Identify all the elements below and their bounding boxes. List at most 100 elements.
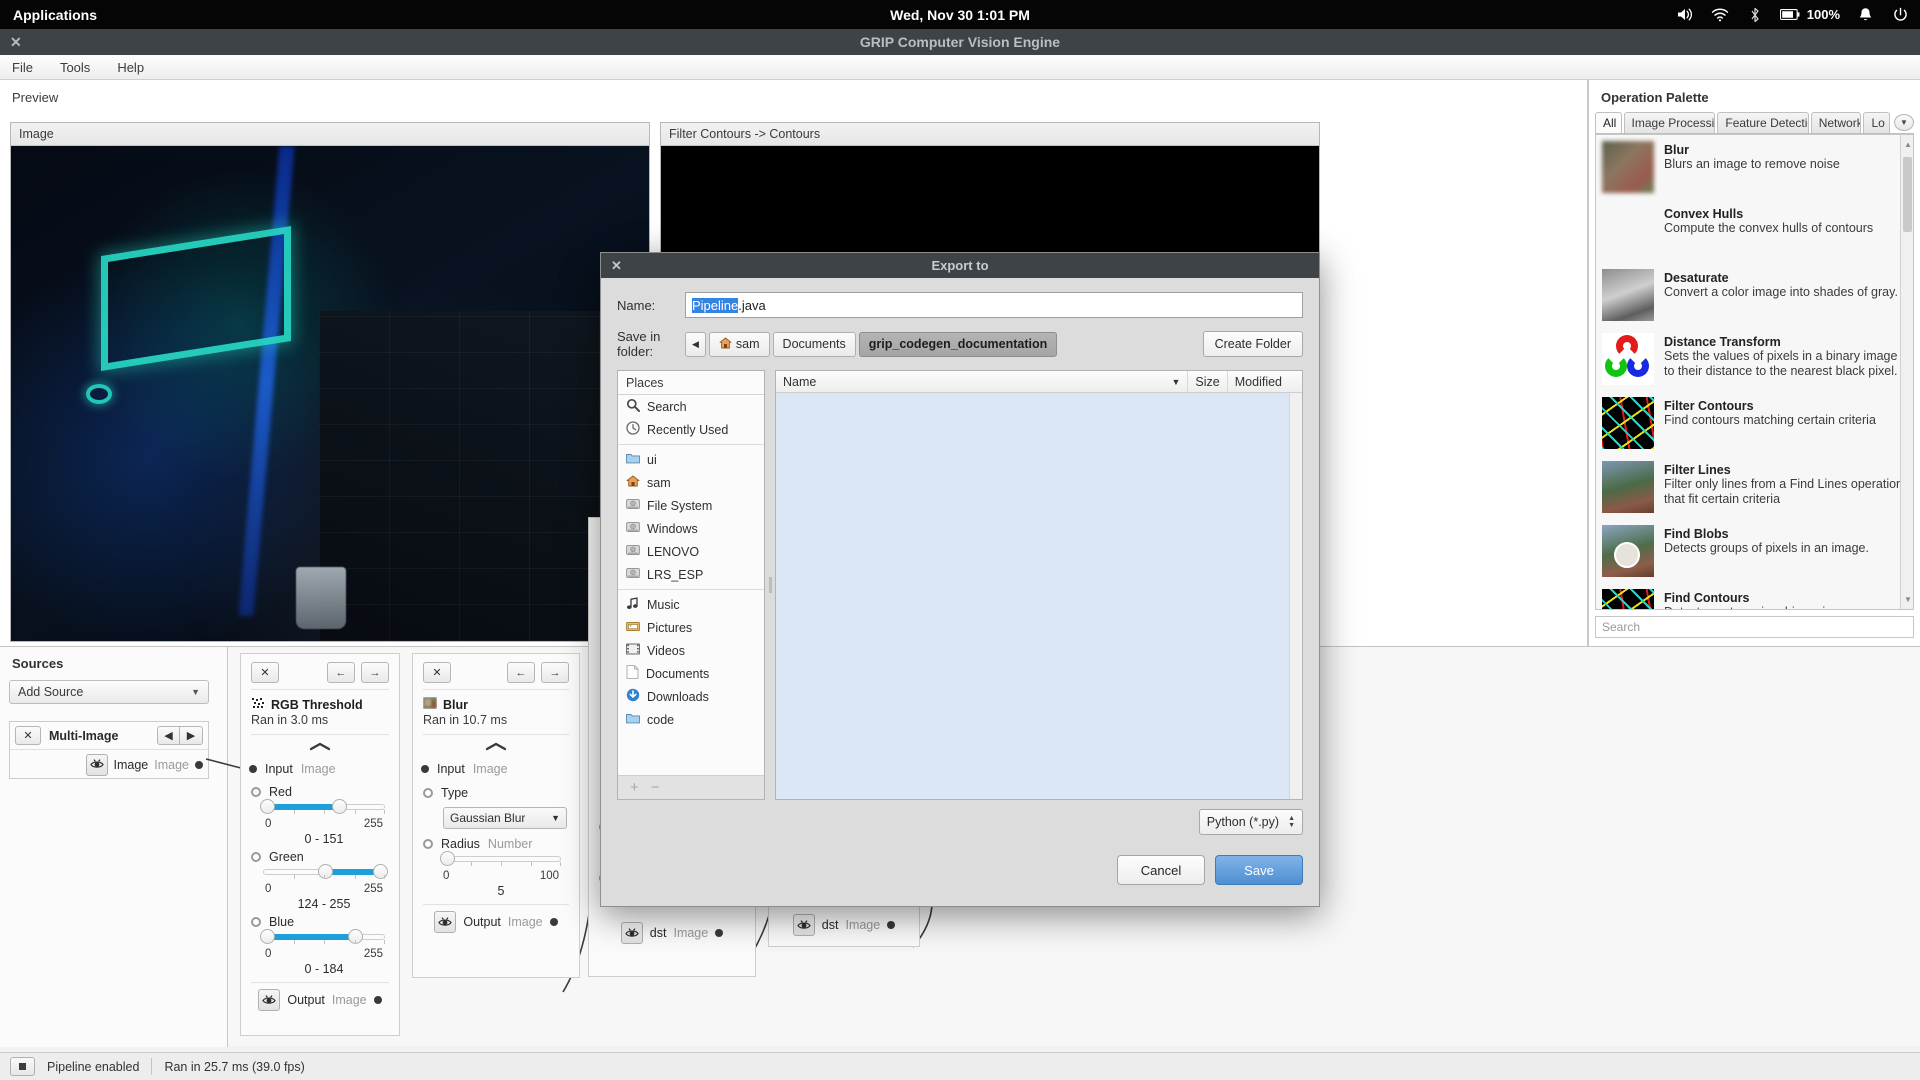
place-sam[interactable]: sam [618, 471, 764, 494]
list-item[interactable]: Distance Transform Sets the values of pi… [1596, 327, 1913, 391]
remove-place-button[interactable]: − [651, 779, 660, 796]
system-clock[interactable]: Wed, Nov 30 1:01 PM [890, 7, 1030, 23]
preview-eye-icon[interactable] [621, 922, 643, 944]
preview-eye-icon[interactable] [258, 989, 280, 1011]
place-windows[interactable]: Windows [618, 517, 764, 540]
preview-image-camera[interactable] [11, 146, 649, 641]
breadcrumb-documents[interactable]: Documents [773, 332, 856, 357]
breadcrumb-current[interactable]: grip_codegen_documentation [859, 332, 1058, 357]
list-item[interactable]: Find Blobs Detects groups of pixels in a… [1596, 519, 1913, 583]
create-folder-button[interactable]: Create Folder [1203, 331, 1303, 357]
node-blur[interactable]: ✕ ← → Blur Ran in 10.7 ms Input [412, 653, 580, 978]
list-item[interactable]: Filter Lines Filter only lines from a Fi… [1596, 455, 1913, 519]
source-output-port-dot[interactable] [195, 761, 203, 769]
preview-eye-icon[interactable] [793, 914, 815, 936]
source-card-multi-image[interactable]: ✕ Multi-Image ◀ ▶ Image Image [9, 721, 209, 779]
applications-menu[interactable]: Applications [13, 7, 97, 23]
dialog-close-icon[interactable]: ✕ [611, 258, 622, 274]
tab-all[interactable]: All [1595, 112, 1622, 133]
tab-logical[interactable]: Lo [1863, 112, 1890, 133]
list-item[interactable]: Find Contours Detects contours in a bina… [1596, 583, 1913, 610]
chevron-up-icon[interactable] [413, 735, 579, 756]
volume-icon[interactable] [1675, 6, 1695, 24]
green-param-radio[interactable] [251, 852, 261, 862]
menu-tools[interactable]: Tools [60, 60, 90, 75]
list-item[interactable]: Desaturate Convert a color image into sh… [1596, 263, 1913, 327]
column-header-modified[interactable]: Modified [1228, 371, 1289, 392]
scrollbar-thumb[interactable] [1903, 157, 1912, 232]
palette-search-input[interactable]: Search [1595, 616, 1914, 638]
red-param-radio[interactable] [251, 787, 261, 797]
place-file-system[interactable]: File System [618, 494, 764, 517]
output-port-dot[interactable] [374, 996, 382, 1004]
place-videos[interactable]: Videos [618, 639, 764, 662]
place-documents[interactable]: Documents [618, 662, 764, 685]
input-port-dot[interactable] [421, 765, 429, 773]
wifi-icon[interactable] [1710, 6, 1730, 24]
stop-square-icon[interactable] [10, 1057, 35, 1076]
place-ui[interactable]: ui [618, 448, 764, 471]
menu-file[interactable]: File [12, 60, 33, 75]
chevron-down-icon[interactable]: ▼ [1904, 595, 1912, 604]
export-dialog[interactable]: ✕ Export to Name: Pipeline.java Save in … [600, 252, 1320, 907]
place-code[interactable]: code [618, 708, 764, 731]
type-param-radio[interactable] [423, 788, 433, 798]
palette-operation-list[interactable]: Blur Blurs an image to remove noise Conv… [1595, 134, 1914, 610]
next-image-button[interactable]: ▶ [180, 726, 203, 745]
palette-scrollbar[interactable]: ▲ ▼ [1900, 135, 1913, 609]
place-music[interactable]: Music [618, 593, 764, 616]
bluetooth-icon[interactable] [1745, 6, 1765, 24]
dst-port-dot[interactable] [715, 929, 723, 937]
place-lenovo[interactable]: LENOVO [618, 540, 764, 563]
cancel-button[interactable]: Cancel [1117, 855, 1205, 885]
column-header-size[interactable]: Size [1188, 371, 1227, 392]
preview-eye-icon[interactable] [86, 754, 108, 776]
file-browser-splitter[interactable] [765, 370, 775, 800]
radius-param-radio[interactable] [423, 839, 433, 849]
chevron-up-icon[interactable]: ▲ [1904, 140, 1912, 149]
move-node-right-button[interactable]: → [541, 662, 569, 683]
place-search[interactable]: Search [618, 395, 764, 418]
tab-network[interactable]: Network [1811, 112, 1862, 133]
notification-bell-icon[interactable] [1855, 6, 1875, 24]
blur-type-dropdown[interactable]: Gaussian Blur ▼ [443, 807, 567, 829]
list-item[interactable]: Convex Hulls Compute the convex hulls of… [1596, 199, 1913, 263]
place-pictures[interactable]: Pictures [618, 616, 764, 639]
window-close-icon[interactable]: ✕ [10, 34, 22, 51]
prev-image-button[interactable]: ◀ [157, 726, 180, 745]
battery-icon[interactable] [1780, 6, 1800, 24]
place-downloads[interactable]: Downloads [618, 685, 764, 708]
dst-port-dot[interactable] [887, 921, 895, 929]
tab-image-processing[interactable]: Image Processing [1624, 112, 1716, 133]
breadcrumb-sam[interactable]: sam [709, 332, 770, 357]
file-type-filter-dropdown[interactable]: Python (*.py) ▲▼ [1199, 809, 1303, 835]
file-list-scrollbar[interactable] [1289, 393, 1302, 799]
move-node-left-button[interactable]: ← [327, 662, 355, 683]
move-node-right-button[interactable]: → [361, 662, 389, 683]
chevron-down-icon[interactable]: ▼ [1894, 114, 1914, 131]
node-rgb-threshold[interactable]: ✕ ← → RGB Threshold Ran in 3.0 ms In [240, 653, 400, 1036]
file-list[interactable]: Name ▼ Size Modified [775, 370, 1303, 800]
preview-eye-icon[interactable] [434, 911, 456, 933]
file-list-body[interactable] [776, 393, 1289, 799]
place-recently-used[interactable]: Recently Used [618, 418, 764, 441]
move-node-left-button[interactable]: ← [507, 662, 535, 683]
add-place-button[interactable]: + [630, 779, 639, 796]
preview-card-image[interactable]: Image [10, 122, 650, 642]
list-item[interactable]: Blur Blurs an image to remove noise [1596, 135, 1913, 199]
tab-feature-detection[interactable]: Feature Detection [1717, 112, 1808, 133]
close-source-button[interactable]: ✕ [15, 726, 41, 745]
close-node-button[interactable]: ✕ [423, 662, 451, 683]
power-icon[interactable] [1890, 6, 1910, 24]
breadcrumb-back-button[interactable]: ◀ [685, 332, 706, 357]
add-source-dropdown[interactable]: Add Source ▼ [9, 680, 209, 704]
list-item[interactable]: Filter Contours Find contours matching c… [1596, 391, 1913, 455]
input-port-dot[interactable] [249, 765, 257, 773]
output-port-dot[interactable] [550, 918, 558, 926]
save-button[interactable]: Save [1215, 855, 1303, 885]
menu-help[interactable]: Help [117, 60, 144, 75]
column-header-name[interactable]: Name ▼ [776, 371, 1188, 392]
blue-param-radio[interactable] [251, 917, 261, 927]
place-lrs-esp[interactable]: LRS_ESP [618, 563, 764, 586]
close-node-button[interactable]: ✕ [251, 662, 279, 683]
